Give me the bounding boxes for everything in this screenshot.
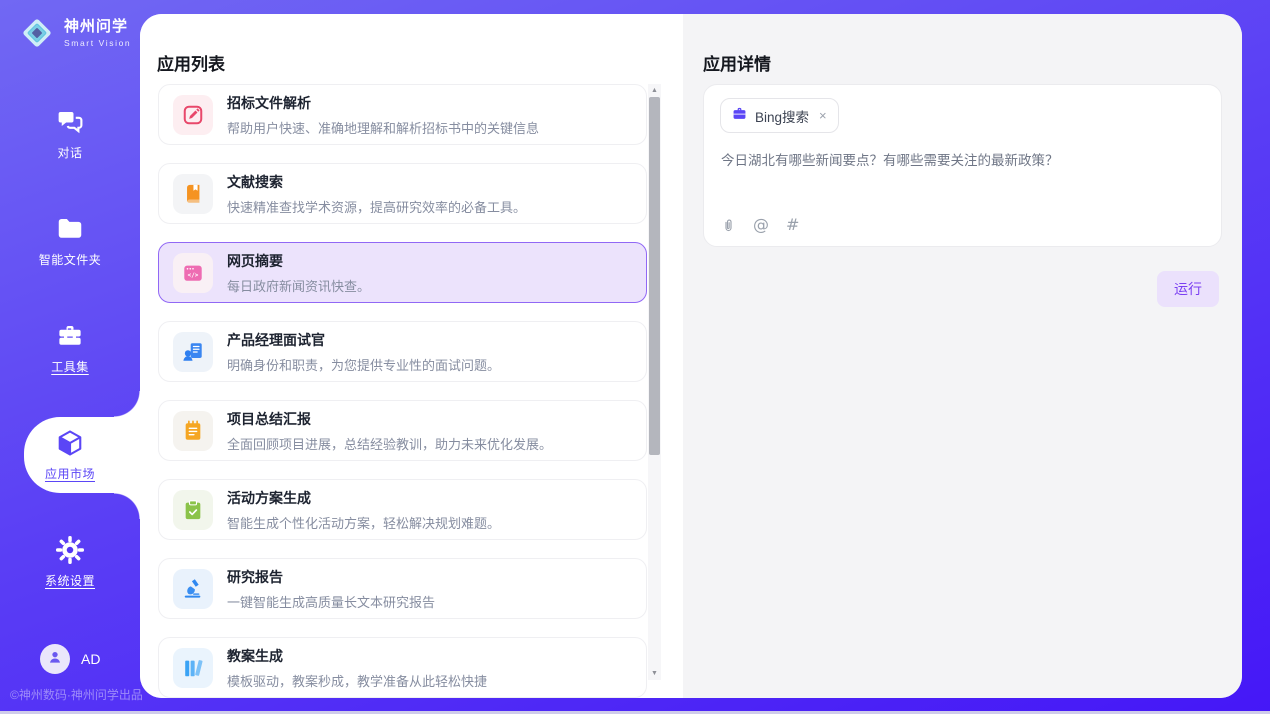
scroll-down-arrow-icon[interactable]: ▼: [648, 667, 661, 680]
app-card-title: 研究报告: [227, 567, 435, 587]
run-button[interactable]: 运行: [1157, 271, 1219, 307]
app-card-title: 项目总结汇报: [227, 409, 552, 429]
app-card[interactable]: 教案生成 模板驱动，教案秒成，教学准备从此轻松快捷: [158, 637, 647, 698]
app-card[interactable]: 产品经理面试官 明确身份和职责，为您提供专业性的面试问题。: [158, 321, 647, 382]
app-card[interactable]: 研究报告 一键智能生成高质量长文本研究报告: [158, 558, 647, 619]
avatar: [40, 644, 70, 674]
sidebar-item[interactable]: 系统设置: [0, 531, 140, 593]
person-icon: [47, 649, 63, 670]
brand: 神州问学 Smart Vision: [18, 14, 131, 52]
brand-subtitle: Smart Vision: [64, 38, 131, 48]
microscope-icon: [173, 569, 213, 609]
cube-icon: [55, 428, 85, 458]
books-icon: [173, 648, 213, 688]
app-card[interactable]: 招标文件解析 帮助用户快速、准确地理解和解析招标书中的关键信息: [158, 84, 647, 145]
interview-icon: [173, 332, 213, 372]
toolbox-icon: [55, 321, 85, 351]
user-account[interactable]: AD: [40, 644, 100, 674]
app-card-description: 帮助用户快速、准确地理解和解析招标书中的关键信息: [227, 118, 539, 137]
folder-icon: [55, 214, 85, 244]
svg-text:</>: </>: [188, 272, 199, 279]
app-card-description: 明确身份和职责，为您提供专业性的面试问题。: [227, 355, 500, 374]
brand-logo-diamond-icon: [18, 14, 56, 52]
app-card-description: 一键智能生成高质量长文本研究报告: [227, 592, 435, 611]
edit-doc-icon: [173, 95, 213, 135]
app-card-description: 智能生成个性化活动方案，轻松解决规划难题。: [227, 513, 500, 532]
app-card-title: 产品经理面试官: [227, 330, 500, 350]
tag-label: Bing搜索: [755, 106, 809, 126]
sidebar-item-label: 对话: [57, 144, 82, 161]
app-card-list: 招标文件解析 帮助用户快速、准确地理解和解析招标书中的关键信息 文献搜索 快速精…: [158, 84, 647, 698]
app-card-title: 教案生成: [227, 646, 487, 666]
prompt-text[interactable]: 今日湖北有哪些新闻要点？有哪些需要关注的最新政策？: [721, 149, 1205, 169]
app-card-description: 每日政府新闻资讯快查。: [227, 276, 370, 295]
app-card-title: 活动方案生成: [227, 488, 500, 508]
prompt-card: Bing搜索 × 今日湖北有哪些新闻要点？有哪些需要关注的最新政策？ @ #: [703, 84, 1222, 247]
sidebar: 神州问学 Smart Vision 对话 智能文件夹: [0, 0, 140, 714]
app-card[interactable]: </> 网页摘要 每日政府新闻资讯快查。: [158, 242, 647, 303]
sidebar-item[interactable]: 工具集: [0, 317, 140, 379]
sidebar-item-label: 应用市场: [45, 465, 95, 482]
brand-name: 神州问学: [64, 18, 131, 36]
scroll-up-arrow-icon[interactable]: ▲: [648, 84, 661, 97]
sidebar-nav: 对话 智能文件夹 工具集 应用市场: [0, 103, 140, 593]
chat-icon: [55, 107, 85, 137]
sidebar-item[interactable]: 应用市场: [0, 424, 140, 486]
app-detail-panel: 应用详情 Bing搜索 × 今日湖北有哪些新闻要点？有哪些需要关注的最新政策？ …: [683, 14, 1242, 698]
sidebar-item[interactable]: 对话: [0, 103, 140, 165]
user-name: AD: [81, 651, 100, 667]
sidebar-item-label: 智能文件夹: [39, 251, 102, 268]
at-icon[interactable]: @: [753, 217, 769, 233]
content-area: 应用列表 招标文件解析 帮助用户快速、准确地理解和解析招标书中的关键信息: [140, 14, 1242, 698]
app-card-description: 模板驱动，教案秒成，教学准备从此轻松快捷: [227, 671, 487, 690]
briefcase-icon: [732, 106, 747, 126]
app-card-title: 网页摘要: [227, 251, 370, 271]
app-card[interactable]: 活动方案生成 智能生成个性化活动方案，轻松解决规划难题。: [158, 479, 647, 540]
tag-close-icon[interactable]: ×: [819, 108, 827, 123]
app-card-title: 招标文件解析: [227, 93, 539, 113]
scrollbar-thumb[interactable]: [649, 97, 660, 455]
app-card-title: 文献搜索: [227, 172, 526, 192]
list-scrollbar[interactable]: ▲ ▼: [648, 84, 661, 680]
app-list-title: 应用列表: [157, 50, 225, 75]
bing-search-tag[interactable]: Bing搜索 ×: [720, 98, 839, 133]
paperclip-icon[interactable]: [721, 218, 736, 233]
app-card[interactable]: 项目总结汇报 全面回顾项目进展，总结经验教训，助力未来优化发展。: [158, 400, 647, 461]
hash-icon[interactable]: #: [786, 217, 799, 233]
attachment-toolbar: @ #: [721, 217, 799, 233]
app-card-description: 快速精准查找学术资源，提高研究效率的必备工具。: [227, 197, 526, 216]
app-card-description: 全面回顾项目进展，总结经验教训，助力未来优化发展。: [227, 434, 552, 453]
app-list-panel: 应用列表 招标文件解析 帮助用户快速、准确地理解和解析招标书中的关键信息: [140, 14, 683, 698]
sidebar-item[interactable]: 智能文件夹: [0, 210, 140, 272]
gear-icon: [55, 535, 85, 565]
clipboard-check-icon: [173, 490, 213, 530]
sidebar-item-label: 系统设置: [45, 572, 95, 589]
app-card[interactable]: 文献搜索 快速精准查找学术资源，提高研究效率的必备工具。: [158, 163, 647, 224]
app-detail-title: 应用详情: [703, 50, 771, 75]
webpage-icon: </>: [173, 253, 213, 293]
copyright-footer: ©神州数码·神州问学出品: [10, 686, 143, 703]
app-window: 神州问学 Smart Vision 对话 智能文件夹: [0, 0, 1270, 714]
sidebar-item-label: 工具集: [51, 358, 89, 375]
report-note-icon: [173, 411, 213, 451]
book-icon: [173, 174, 213, 214]
